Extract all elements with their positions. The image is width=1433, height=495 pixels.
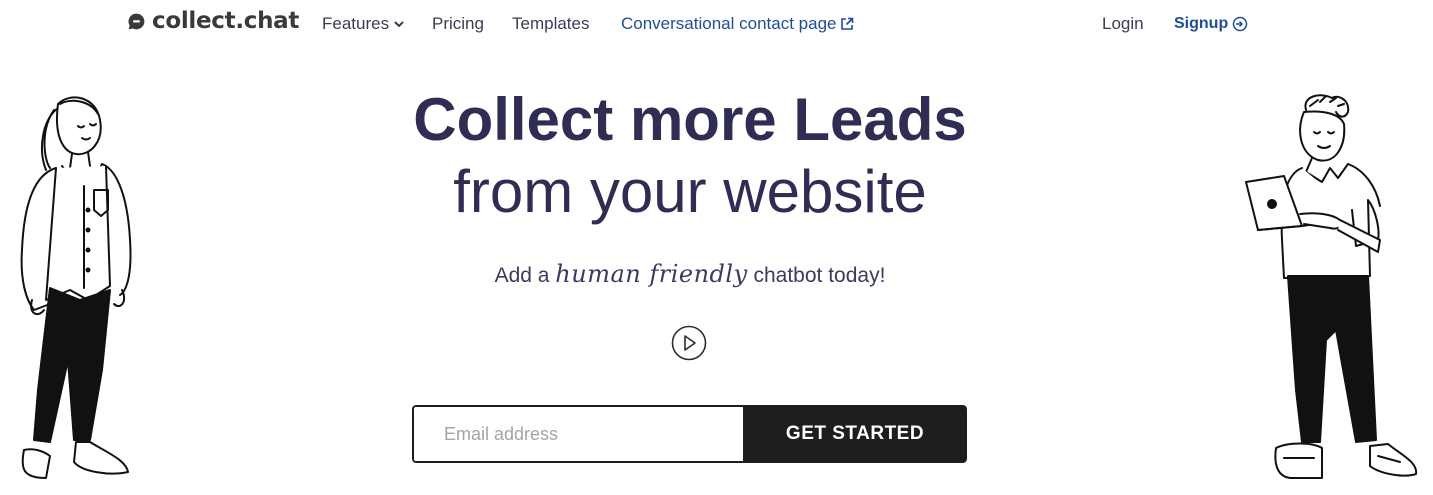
hero-heading-bold: Leads (793, 86, 967, 153)
nav-features-label: Features (322, 14, 390, 33)
get-started-button[interactable]: GET STARTED (743, 405, 967, 463)
nav-pricing[interactable]: Pricing (432, 14, 484, 34)
email-input[interactable] (412, 405, 743, 463)
man-with-laptop-illustration (1245, 94, 1418, 479)
brand-logo[interactable]: collect.chat (126, 8, 299, 34)
play-icon[interactable] (671, 325, 707, 361)
hero-subtitle-suffix: chatbot today! (747, 264, 886, 287)
login-arrow-icon (1232, 16, 1248, 32)
signup-label: Signup (1174, 15, 1229, 32)
landing-page: collect.chat Features Pricing Templates … (0, 0, 1433, 495)
hero-heading-prefix: Collect more (413, 86, 794, 153)
brand-name: collect.chat (152, 8, 300, 34)
nav-templates[interactable]: Templates (512, 14, 589, 34)
login-link[interactable]: Login (1102, 14, 1144, 34)
hero-heading-line1: Collect more Leads (0, 85, 1380, 155)
hero-subtitle: Add a human friendly chatbot today! (0, 260, 1380, 288)
signup-link[interactable]: Signup (1174, 15, 1248, 33)
woman-illustration (20, 96, 132, 479)
nav-contact-page[interactable]: Conversational contact page (621, 14, 854, 34)
hero-subtitle-prefix: Add a (494, 264, 556, 287)
hero-heading-line2: from your website (453, 158, 927, 225)
nav-features[interactable]: Features (322, 14, 405, 34)
external-link-icon (841, 17, 854, 30)
chevron-down-icon (394, 21, 404, 28)
nav-contact-page-label: Conversational contact page (621, 14, 837, 33)
hero-subtitle-script: human friendly (555, 260, 748, 288)
chat-bubble-icon (128, 13, 145, 29)
signup-form: GET STARTED (412, 405, 967, 463)
